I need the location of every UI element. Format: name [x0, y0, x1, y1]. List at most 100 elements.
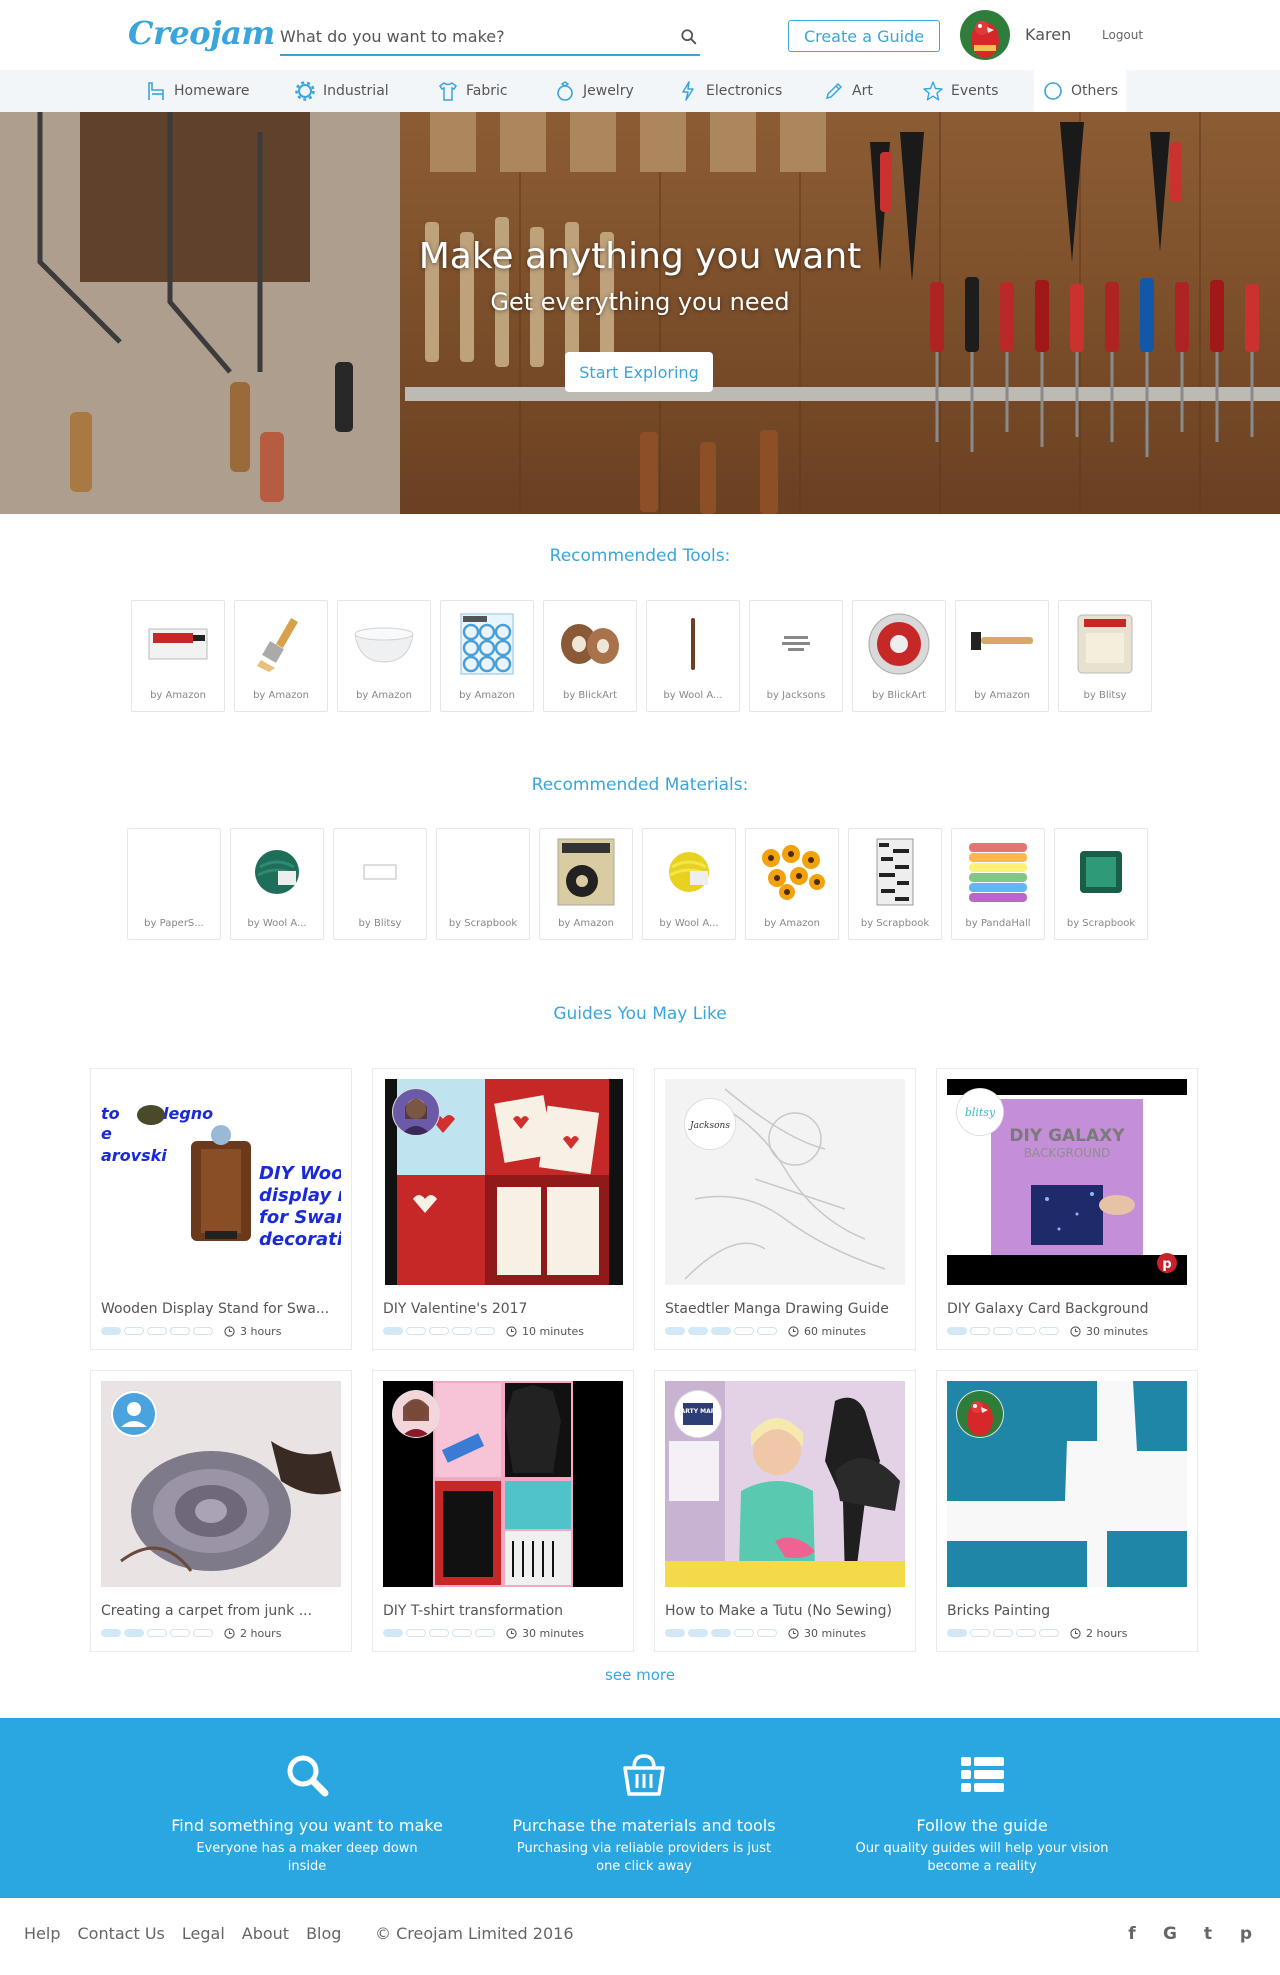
material-card[interactable]: by Amazon	[539, 828, 633, 940]
tool-vendor: by BlickArt	[871, 690, 927, 701]
author-avatar[interactable]	[957, 1391, 1003, 1437]
tool-card[interactable]: by Amazon	[955, 600, 1049, 712]
category-jewelry[interactable]: Jewelry	[554, 70, 634, 112]
material-card[interactable]: by Wool A...	[230, 828, 324, 940]
category-others[interactable]: Others	[1034, 70, 1127, 112]
difficulty-pill	[734, 1327, 754, 1335]
material-card[interactable]: by Blitsy	[333, 828, 427, 940]
category-homeware[interactable]: Homeware	[145, 70, 249, 112]
footer-link-help[interactable]: Help	[24, 1924, 60, 1943]
material-card[interactable]: by PaperS...	[127, 828, 221, 940]
material-card[interactable]: by PandaHall	[951, 828, 1045, 940]
guide-card[interactable]: Jacksons Staedtler Manga Drawing Guide 6…	[654, 1068, 916, 1350]
category-art[interactable]: Art	[823, 70, 873, 112]
pinterest-icon[interactable]: p	[1238, 1924, 1254, 1944]
tool-card[interactable]: by Amazon	[337, 600, 431, 712]
author-avatar[interactable]	[111, 1391, 157, 1437]
guide-title[interactable]: Wooden Display Stand for Swa...	[101, 1301, 341, 1317]
user-avatar[interactable]	[960, 10, 1010, 60]
feature-description: Our quality guides will help your vision…	[855, 1841, 1109, 1874]
category-fabric[interactable]: Fabric	[437, 70, 508, 112]
clock-icon	[1070, 1627, 1081, 1639]
logo[interactable]: Creojam	[128, 14, 275, 52]
footer-link-blog[interactable]: Blog	[306, 1924, 341, 1943]
material-card[interactable]: by Scrapbook	[1054, 828, 1148, 940]
feature-description: Everyone has a maker deep down inside	[196, 1841, 418, 1874]
author-avatar[interactable]	[393, 1089, 439, 1135]
footer-link-about[interactable]: About	[242, 1924, 289, 1943]
guide-image: PARTY MART	[665, 1381, 905, 1587]
tool-vendor: by Amazon	[974, 690, 1030, 701]
guide-card[interactable]: to legno e arovski DIY Woo display r for…	[90, 1068, 352, 1350]
guide-card[interactable]: Creating a carpet from junk ... 2 hours	[90, 1370, 352, 1652]
difficulty-pill	[429, 1629, 449, 1637]
author-avatar[interactable]: Jacksons	[685, 1099, 735, 1149]
start-exploring-button[interactable]: Start Exploring	[565, 352, 713, 392]
guide-card[interactable]: Bricks Painting 2 hours	[936, 1370, 1198, 1652]
guide-title[interactable]: Staedtler Manga Drawing Guide	[665, 1301, 905, 1317]
category-label: Homeware	[174, 83, 250, 99]
logout-link[interactable]: Logout	[1102, 28, 1143, 42]
tool-card[interactable]: by BlickArt	[543, 600, 637, 712]
author-avatar[interactable]: PARTY MART	[675, 1391, 721, 1437]
tool-card[interactable]: by BlickArt	[852, 600, 946, 712]
guide-title[interactable]: DIY Galaxy Card Background	[947, 1301, 1187, 1317]
tool-card[interactable]: by Blitsy	[1058, 600, 1152, 712]
category-events[interactable]: Events	[922, 70, 998, 112]
pencil-icon	[825, 82, 843, 100]
difficulty-pill	[147, 1327, 167, 1335]
create-guide-button[interactable]: Create a Guide	[788, 20, 940, 52]
hero-banner: Make anything you want Get everything yo…	[0, 112, 1280, 514]
google-icon[interactable]: G	[1162, 1924, 1178, 1944]
author-avatar[interactable]	[393, 1391, 439, 1437]
difficulty-pill	[711, 1629, 731, 1637]
username[interactable]: Karen	[1025, 25, 1071, 44]
tool-vendor: by Jacksons	[766, 690, 826, 701]
material-card[interactable]: by Scrapbook	[848, 828, 942, 940]
difficulty-pill	[734, 1629, 754, 1637]
tool-card[interactable]: by Wool A...	[646, 600, 740, 712]
guide-image	[947, 1381, 1187, 1587]
crane-icon	[148, 82, 164, 100]
tool-vendor: by Amazon	[253, 690, 309, 701]
material-vendor: by Scrapbook	[860, 918, 930, 929]
material-card[interactable]: by Wool A...	[642, 828, 736, 940]
feature-title: Purchase the materials and tools	[512, 1816, 776, 1835]
material-card[interactable]: by Amazon	[745, 828, 839, 940]
tool-vendor: by Blitsy	[1083, 690, 1127, 701]
difficulty-pill	[101, 1629, 121, 1637]
guide-card[interactable]: PARTY MART How to Make a Tutu (No Sewing…	[654, 1370, 916, 1652]
guide-card[interactable]: DIY T-shirt transformation 30 minutes	[372, 1370, 634, 1652]
tool-card[interactable]: by Amazon	[234, 600, 328, 712]
guide-title[interactable]: DIY Valentine's 2017	[383, 1301, 623, 1317]
tool-card[interactable]: by Amazon	[131, 600, 225, 712]
twitter-icon[interactable]: t	[1200, 1924, 1216, 1944]
difficulty-pill	[406, 1327, 426, 1335]
flowers-thumb	[756, 837, 828, 907]
material-card[interactable]: by Scrapbook	[436, 828, 530, 940]
author-avatar[interactable]: blitsy	[957, 1089, 1003, 1135]
guide-title[interactable]: Creating a carpet from junk ...	[101, 1603, 341, 1619]
guide-card[interactable]: DIY Valentine's 2017 10 minutes	[372, 1068, 634, 1350]
social-links: f G t p	[1124, 1924, 1254, 1944]
yarn-thumb	[241, 837, 313, 907]
footer-link-contact[interactable]: Contact Us	[77, 1924, 164, 1943]
guide-title[interactable]: DIY T-shirt transformation	[383, 1603, 623, 1619]
clock-icon	[506, 1325, 517, 1337]
copyright: © Creojam Limited 2016	[375, 1924, 574, 1943]
footer-link-legal[interactable]: Legal	[182, 1924, 225, 1943]
tool-card[interactable]: by Jacksons	[749, 600, 843, 712]
difficulty-pill	[170, 1327, 190, 1335]
tool-card[interactable]: by Amazon	[440, 600, 534, 712]
facebook-icon[interactable]: f	[1124, 1924, 1140, 1944]
category-electronics[interactable]: Electronics	[677, 70, 782, 112]
guide-card[interactable]: DIY GALAXY BACKGROUND p blitsy DIY Galax…	[936, 1068, 1198, 1350]
guide-title[interactable]: Bricks Painting	[947, 1603, 1187, 1619]
see-more-link[interactable]: see more	[0, 1666, 1280, 1684]
search-input[interactable]	[280, 20, 660, 52]
category-label: Events	[951, 83, 999, 99]
features-band: Find something you want to make Everyone…	[0, 1718, 1280, 1898]
category-industrial[interactable]: Industrial	[294, 70, 389, 112]
search-icon[interactable]	[680, 28, 698, 46]
guide-title[interactable]: How to Make a Tutu (No Sewing)	[665, 1603, 905, 1619]
